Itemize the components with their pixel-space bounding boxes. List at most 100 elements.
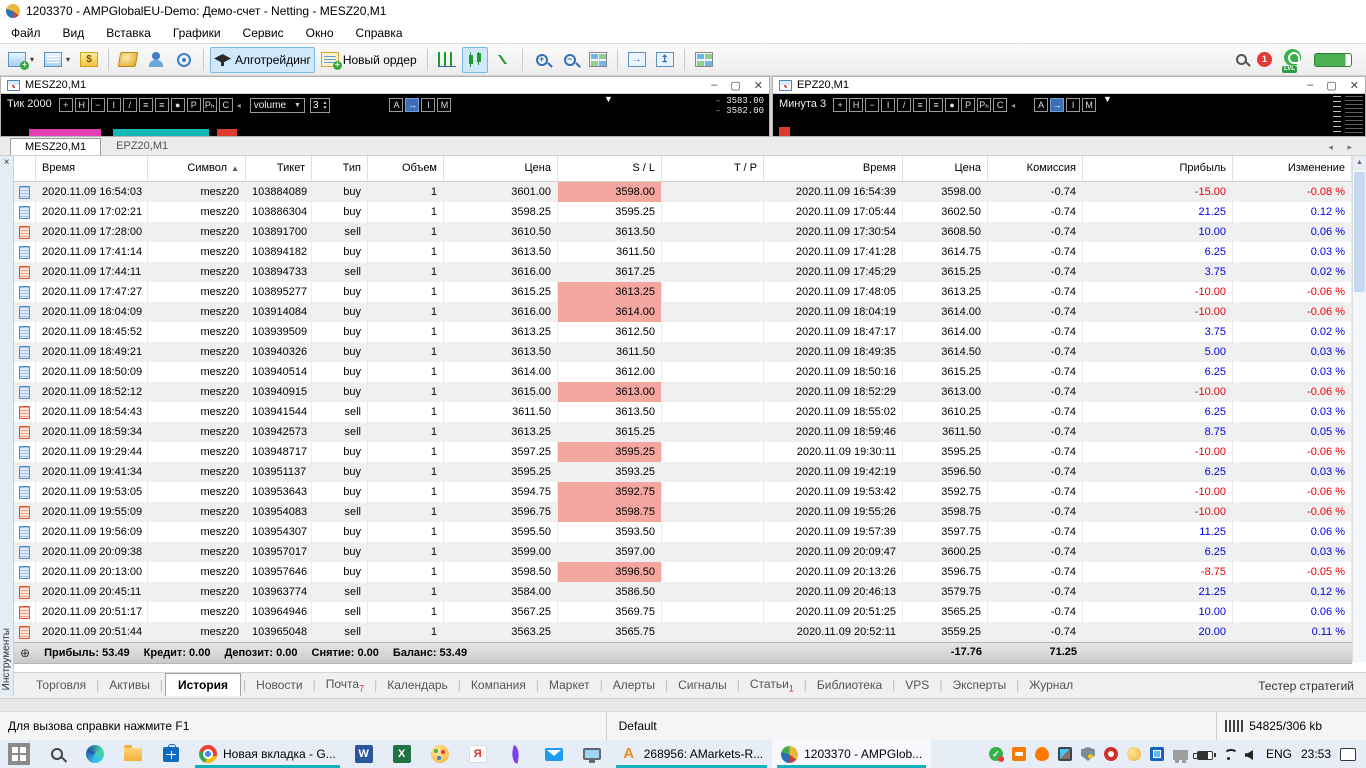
history-row[interactable]: 2020.11.09 17:44:11 mesz20 103894733 sell 1 3…	[14, 262, 1352, 282]
tab-активы[interactable]: Активы	[101, 675, 158, 695]
taskbar-excel-button[interactable]	[383, 740, 421, 768]
menu-item-5[interactable]: Сервис	[232, 26, 295, 40]
chart-mode-button[interactable]: A	[389, 98, 404, 112]
chart-tool-button[interactable]: ●	[945, 98, 960, 112]
tile-windows-button[interactable]	[585, 47, 611, 73]
tray-monitor2-icon[interactable]	[1172, 750, 1188, 763]
expand-icon[interactable]: ⊕	[20, 646, 30, 660]
taskbar-amarkets-window-button[interactable]: 268956: AMarkets-R...	[611, 740, 772, 768]
history-row[interactable]: 2020.11.09 20:51:44 mesz20 103965048 sell 1 3…	[14, 622, 1352, 642]
tray-blueapp-icon[interactable]	[1149, 747, 1164, 761]
taskbar-rdp-button[interactable]	[573, 740, 611, 768]
instruments-side-tab[interactable]: Инструменты	[1, 628, 12, 690]
chart-tool-button[interactable]: C	[218, 98, 233, 112]
tab-статьи[interactable]: Статьи1	[742, 674, 802, 696]
tab-история[interactable]: История	[164, 672, 242, 696]
chart-canvas[interactable]: Тик 2000 + H − I / ≡ ≡ ● P Pₕ C ◂ volume ▼ 3 ▲ ▼ A → I…	[1, 94, 769, 136]
zoom-out-button[interactable]	[557, 47, 583, 73]
chart-tool-button[interactable]: ≡	[138, 98, 153, 112]
history-row[interactable]: 2020.11.09 20:09:38 mesz20 103957017 buy 1 35…	[14, 542, 1352, 562]
tray-palette2-icon[interactable]	[1126, 747, 1141, 761]
chart-tool-button[interactable]: H	[849, 98, 864, 112]
tab-сигналы[interactable]: Сигналы	[670, 675, 735, 695]
chart-title-bar[interactable]: MESZ20,M1 – ▢ ✕	[1, 77, 769, 94]
auto-scroll-button[interactable]	[652, 47, 678, 73]
close-button[interactable]: ✕	[1350, 79, 1359, 92]
chart-tab-mesz20-m1[interactable]: MESZ20,M1	[10, 138, 102, 155]
status-profile[interactable]: Default	[605, 712, 1217, 740]
history-row[interactable]: 2020.11.09 17:28:00 mesz20 103891700 sell 1 3…	[14, 222, 1352, 242]
tab-эксперты[interactable]: Эксперты	[944, 675, 1014, 695]
taskbar-mt5-window-button[interactable]: 1203370 - AMPGlob...	[772, 740, 932, 768]
column-header[interactable]: Тикет	[246, 156, 312, 182]
community-button[interactable]	[143, 47, 169, 73]
column-header[interactable]: Цена	[903, 156, 988, 182]
chart-mode-button[interactable]: I	[1066, 98, 1081, 112]
chart-canvas[interactable]: Минута 3 + H − I / ≡ ≡ ● P Pₕ C ◂ A → I M ▼	[773, 94, 1365, 136]
taskbar-edge-button[interactable]	[76, 740, 114, 768]
chart-tool-button[interactable]: −	[90, 98, 105, 112]
taskbar-explorer-button[interactable]	[114, 740, 152, 768]
column-header[interactable]: Символ ▲	[148, 156, 246, 182]
language-indicator[interactable]: ENG	[1266, 747, 1292, 761]
chart-tool-button[interactable]: /	[897, 98, 912, 112]
history-center-button[interactable]	[115, 47, 141, 73]
history-row[interactable]: 2020.11.09 17:41:14 mesz20 103894182 buy 1 36…	[14, 242, 1352, 262]
history-row[interactable]: 2020.11.09 19:29:44 mesz20 103948717 buy 1 35…	[14, 442, 1352, 462]
chart-tool-button[interactable]: C	[993, 98, 1008, 112]
chart-title-bar[interactable]: EPZ20,M1 – ▢ ✕	[773, 77, 1365, 94]
history-row[interactable]: 2020.11.09 16:54:03 mesz20 103884089 buy 1 36…	[14, 182, 1352, 202]
chart-tool-button[interactable]: Pₕ	[202, 98, 217, 112]
column-header[interactable]: Время	[36, 156, 148, 182]
history-row[interactable]: 2020.11.09 17:47:27 mesz20 103895277 buy 1 36…	[14, 282, 1352, 302]
tray-volume-icon[interactable]	[1244, 750, 1253, 760]
tray-check-icon[interactable]	[988, 747, 1004, 762]
history-row[interactable]: 2020.11.09 18:52:12 mesz20 103940915 buy 1 36…	[14, 382, 1352, 402]
tab-алерты[interactable]: Алерты	[605, 675, 663, 695]
history-row[interactable]: 2020.11.09 20:45:11 mesz20 103963774 sell 1 3…	[14, 582, 1352, 602]
tab-библиотека[interactable]: Библиотека	[809, 675, 890, 695]
history-row[interactable]: 2020.11.09 20:51:17 mesz20 103964946 sell 1 3…	[14, 602, 1352, 622]
minimize-button[interactable]: –	[1307, 79, 1313, 91]
chart-tool-button[interactable]: ≡	[913, 98, 928, 112]
chart-tool-button[interactable]: /	[122, 98, 137, 112]
close-button[interactable]: ✕	[754, 79, 763, 92]
tray-wifi-icon[interactable]	[1222, 749, 1236, 760]
history-row[interactable]: 2020.11.09 17:02:21 mesz20 103886304 buy 1 35…	[14, 202, 1352, 222]
chart-mode-button[interactable]: I	[421, 98, 436, 112]
chart-tool-button[interactable]: H	[74, 98, 89, 112]
taskbar-searchtb-button[interactable]	[38, 740, 76, 768]
history-row[interactable]: 2020.11.09 20:13:00 mesz20 103957646 buy 1 35…	[14, 562, 1352, 582]
tray-redstar-icon[interactable]	[1103, 747, 1118, 761]
history-row[interactable]: 2020.11.09 18:50:09 mesz20 103940514 buy 1 36…	[14, 362, 1352, 382]
scroll-up-icon[interactable]: ▲	[1353, 156, 1366, 170]
chart-mode-button[interactable]: M	[1082, 98, 1097, 112]
tab-новости[interactable]: Новости	[248, 675, 310, 695]
new-chart-button[interactable]: ▾	[4, 47, 38, 73]
strategy-tester-label[interactable]: Тестер стратегий	[1258, 679, 1366, 693]
chart-tool-button[interactable]: ≡	[929, 98, 944, 112]
chart-tool-button[interactable]: I	[881, 98, 896, 112]
notification-badge[interactable]: 1	[1257, 52, 1272, 67]
tab-scroll-left-icon[interactable]: ◂	[1328, 142, 1339, 152]
line-chart-button[interactable]	[490, 47, 516, 73]
chart-mode-button[interactable]: A	[1034, 98, 1049, 112]
maximize-button[interactable]: ▢	[730, 79, 740, 92]
column-header[interactable]: Цена	[444, 156, 558, 182]
tab-календарь[interactable]: Календарь	[379, 675, 456, 695]
arrange-windows-button[interactable]	[691, 47, 717, 73]
shift-end-button[interactable]	[624, 47, 650, 73]
chart-tool-button[interactable]: +	[58, 98, 73, 112]
tab-журнал[interactable]: Журнал	[1021, 675, 1081, 695]
history-row[interactable]: 2020.11.09 18:45:52 mesz20 103939509 buy 1 36…	[14, 322, 1352, 342]
chart-tab-epz20-m1[interactable]: EPZ20,M1	[101, 137, 183, 155]
scrollbar-thumb[interactable]	[1354, 172, 1365, 292]
column-header[interactable]: Прибыль	[1083, 156, 1233, 182]
tray-shield-icon[interactable]	[1080, 747, 1095, 761]
history-row[interactable]: 2020.11.09 19:41:34 mesz20 103951137 buy 1 35…	[14, 462, 1352, 482]
column-header[interactable]: Изменение	[1233, 156, 1352, 182]
maximize-button[interactable]: ▢	[1326, 79, 1336, 92]
bars-chart-button[interactable]	[434, 47, 460, 73]
zoom-in-button[interactable]	[529, 47, 555, 73]
notification-center-icon[interactable]	[1340, 747, 1356, 761]
